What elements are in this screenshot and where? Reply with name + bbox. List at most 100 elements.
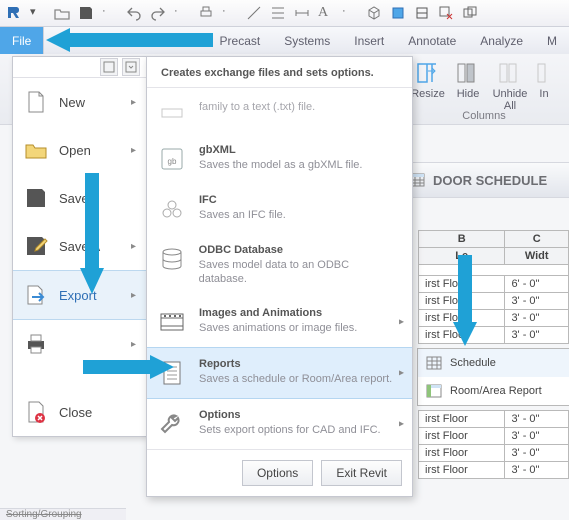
menu-open[interactable]: Open ▸	[13, 126, 146, 174]
submenu-gbxml[interactable]: gb gbXMLSaves the model as a gbXML file.	[147, 134, 412, 184]
resize-label: Resize	[411, 88, 445, 100]
submenu-reports[interactable]: ReportsSaves a schedule or Room/Area rep…	[147, 347, 412, 399]
flyout-room-label: Room/Area Report	[450, 385, 542, 397]
col-c[interactable]: C	[505, 231, 569, 248]
in-label: In	[539, 88, 548, 100]
hide-label: Hide	[457, 88, 480, 100]
submenu-ifc[interactable]: IFCSaves an IFC file.	[147, 184, 412, 234]
wrench-icon	[157, 409, 187, 439]
menu-close-label: Close	[59, 405, 136, 420]
options-title: Options	[199, 409, 381, 421]
thin-lines-icon[interactable]	[414, 5, 430, 21]
menu-print[interactable]: ▸	[13, 320, 146, 368]
menu-export[interactable]: Export ▸	[13, 270, 146, 320]
col-b[interactable]: B	[419, 231, 505, 248]
tab-precast[interactable]: Precast	[208, 27, 273, 55]
new-icon	[23, 89, 49, 115]
section-icon[interactable]	[390, 5, 406, 21]
redo-icon[interactable]	[150, 5, 166, 21]
ribbon-tabs: File teel Precast Systems Insert Annotat…	[0, 27, 569, 56]
database-icon	[157, 244, 187, 274]
table-row: irst Floor6' - 0"	[419, 276, 569, 293]
tab-steel[interactable]: teel	[164, 27, 207, 55]
tab-systems[interactable]: Systems	[272, 27, 342, 55]
unhide-label: Unhide All	[493, 88, 528, 112]
file-menu-topbar	[13, 57, 146, 78]
reports-icon	[157, 358, 187, 388]
svg-text:gb: gb	[168, 157, 177, 166]
unhide-all-button[interactable]: Unhide All	[488, 58, 532, 112]
exit-revit-button[interactable]: Exit Revit	[321, 460, 402, 486]
chevron-right-icon: ▸	[399, 367, 404, 378]
tab-file[interactable]: File	[0, 27, 44, 55]
arrow-dropdown-icon[interactable]: ▾	[30, 5, 46, 21]
menu-save[interactable]: Save	[13, 174, 146, 222]
submenu-images-anim[interactable]: Images and AnimationsSaves animations or…	[147, 297, 412, 347]
print-icon[interactable]	[198, 5, 214, 21]
hide-button[interactable]: Hide	[448, 58, 488, 112]
3d-icon[interactable]	[366, 5, 382, 21]
tab-more[interactable]: M	[535, 27, 569, 55]
insert-button[interactable]: In	[532, 58, 556, 112]
menu-new[interactable]: New ▸	[13, 78, 146, 126]
chevron-right-icon: ▸	[131, 339, 136, 350]
ribbon-columns-panel: Resize Hide Unhide All In	[399, 54, 569, 112]
close-hidden-icon[interactable]	[438, 5, 454, 21]
resize-button[interactable]: Resize	[408, 58, 448, 112]
recent-docs-icon[interactable]	[100, 58, 118, 76]
dimension-icon[interactable]	[294, 5, 310, 21]
submenu-family-types[interactable]: family to a text (.txt) file.	[147, 94, 412, 134]
switch-windows-icon[interactable]	[462, 5, 478, 21]
col-level[interactable]: Le	[419, 248, 505, 265]
schedule-icon	[426, 355, 442, 371]
options-desc: Sets export options for CAD and IFC.	[199, 423, 381, 437]
submenu-header: Creates exchange files and sets options.	[147, 57, 412, 87]
chevron-right-icon: ▸	[131, 241, 136, 252]
chevron-right-icon: ▸	[131, 290, 136, 301]
flyout-room-area[interactable]: Room/Area Report	[418, 377, 569, 405]
save-as-icon	[23, 233, 49, 259]
close-icon	[23, 399, 49, 425]
sep-icon: ·	[222, 5, 238, 21]
table-row: irst Floor3' - 0"	[419, 411, 569, 428]
sep-icon: ·	[174, 5, 190, 21]
text-icon[interactable]: A	[318, 5, 334, 21]
panel-title-columns: Columns	[399, 110, 569, 122]
tab-annotate[interactable]: Annotate	[396, 27, 468, 55]
film-icon	[157, 307, 187, 337]
ifc-icon	[157, 194, 187, 224]
align-icon[interactable]	[270, 5, 286, 21]
submenu-footer: Options Exit Revit	[147, 449, 412, 496]
print-icon	[23, 331, 49, 357]
undo-icon[interactable]	[126, 5, 142, 21]
tab-hidden-behind-arrow	[44, 27, 164, 55]
tab-insert[interactable]: Insert	[342, 27, 396, 55]
open-icon[interactable]	[54, 5, 70, 21]
submenu-odbc[interactable]: ODBC Database Saves model data to an ODBC…	[147, 234, 412, 297]
save-icon	[23, 185, 49, 211]
revit-logo-icon	[6, 5, 22, 21]
chevron-right-icon: ▸	[131, 145, 136, 156]
flyout-schedule[interactable]: Schedule	[418, 349, 569, 377]
bottom-strip: Sorting/Grouping	[0, 508, 126, 520]
recent-docs-drop-icon[interactable]	[122, 58, 140, 76]
menu-close[interactable]: Close	[13, 388, 146, 436]
measure-icon[interactable]	[246, 5, 262, 21]
file-menu: New ▸ Open ▸ Save Save A ▸ Export ▸ ▸ Cl…	[12, 56, 147, 437]
save-icon[interactable]	[78, 5, 94, 21]
table-row: irst Floor3' - 0"	[419, 462, 569, 479]
img-title: Images and Animations	[199, 307, 357, 319]
menu-save-as[interactable]: Save A ▸	[13, 222, 146, 270]
options-button[interactable]: Options	[242, 460, 313, 486]
menu-export-label: Export	[59, 288, 121, 303]
table-row: irst Floor3' - 0"	[419, 445, 569, 462]
tab-analyze[interactable]: Analyze	[468, 27, 535, 55]
odbc-title: ODBC Database	[199, 244, 398, 256]
odbc-desc: Saves model data to an ODBC database.	[199, 258, 398, 287]
table-row: irst Floor3' - 0"	[419, 310, 569, 327]
export-submenu: Creates exchange files and sets options.…	[146, 56, 413, 497]
menu-new-label: New	[59, 95, 121, 110]
flyout-schedule-label: Schedule	[450, 357, 496, 369]
submenu-options[interactable]: Options Sets export options for CAD and I…	[147, 399, 412, 449]
col-width[interactable]: Widt	[505, 248, 569, 265]
